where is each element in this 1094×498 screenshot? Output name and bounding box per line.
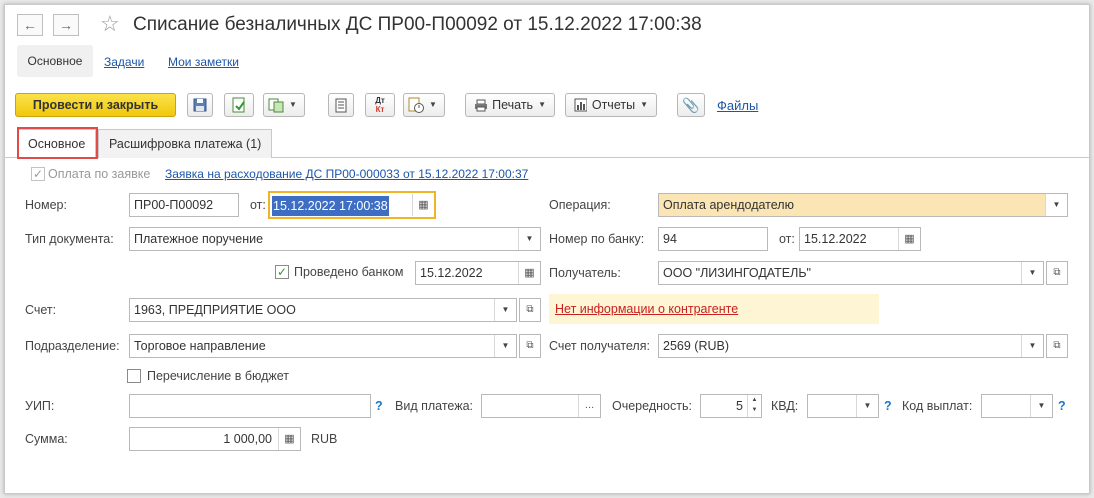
- chevron-down-icon[interactable]: ▼: [1030, 395, 1052, 417]
- attach-document-button[interactable]: ▼: [403, 93, 445, 117]
- journal-list-icon: [335, 98, 347, 112]
- kvd-help-icon[interactable]: ?: [884, 399, 892, 413]
- print-button[interactable]: Печать ▼: [465, 93, 555, 117]
- payment-by-request-checkbox[interactable]: ✓: [31, 167, 45, 181]
- subnav-tasks[interactable]: Задачи: [104, 55, 144, 69]
- kvd-label: КВД:: [771, 399, 799, 413]
- calendar-icon[interactable]: ▦: [518, 262, 540, 284]
- chevron-down-icon[interactable]: ▼: [518, 228, 540, 250]
- bank-posted-date-field[interactable]: 15.12.2022 ▦: [415, 261, 541, 285]
- page-title: Списание безналичных ДС ПР00-П00092 от 1…: [133, 14, 702, 35]
- bank-number-label: Номер по банку:: [549, 232, 645, 246]
- attach-files-button[interactable]: 📎: [677, 93, 705, 117]
- uip-label: УИП:: [25, 399, 55, 413]
- reports-icon: [574, 98, 587, 112]
- doc-type-select[interactable]: Платежное поручение ▼: [129, 227, 541, 251]
- bank-number-field[interactable]: 94: [658, 227, 768, 251]
- dt-kt-icon: Дт: [375, 96, 385, 105]
- chevron-down-icon[interactable]: ▼: [1021, 335, 1043, 357]
- payment-code-label: Код выплат:: [902, 399, 973, 413]
- recipient-select[interactable]: ООО "ЛИЗИНГОДАТЕЛЬ" ▼: [658, 261, 1044, 285]
- chevron-down-icon[interactable]: ▼: [494, 299, 516, 321]
- document-window: ← → ☆ Списание безналичных ДС ПР00-П0009…: [4, 4, 1091, 494]
- counterparty-info-panel: Нет информации о контрагенте: [549, 294, 879, 324]
- post-document-icon: [232, 97, 245, 113]
- bank-date-from-label: от:: [779, 232, 795, 246]
- kvd-select[interactable]: ▼: [807, 394, 879, 418]
- document-clock-icon: [408, 97, 424, 113]
- number-field[interactable]: ПР00-П00092: [129, 193, 239, 217]
- favorite-star-icon[interactable]: ☆: [100, 11, 120, 37]
- bank-date-field[interactable]: 15.12.2022 ▦: [799, 227, 921, 251]
- budget-transfer-checkbox[interactable]: [127, 369, 141, 383]
- calendar-icon[interactable]: ▦: [898, 228, 920, 250]
- create-based-on-icon: [268, 98, 284, 113]
- no-counterparty-info-link[interactable]: Нет информации о контрагенте: [555, 302, 738, 316]
- payment-type-field[interactable]: …: [481, 394, 601, 418]
- payment-by-request-label: Оплата по заявке: [48, 167, 151, 181]
- date-from-label: от:: [250, 198, 266, 212]
- recipient-account-select[interactable]: 2569 (RUB) ▼: [658, 334, 1044, 358]
- create-based-on-button[interactable]: ▼: [263, 93, 305, 117]
- paperclip-icon: 📎: [682, 97, 700, 113]
- recipient-label: Получатель:: [549, 266, 621, 280]
- account-select[interactable]: 1963, ПРЕДПРИЯТИЕ ООО ▼: [129, 298, 517, 322]
- order-label: Очередность:: [612, 399, 692, 413]
- open-department-icon[interactable]: ⧉: [519, 334, 541, 358]
- save-icon: [193, 98, 207, 112]
- department-label: Подразделение:: [25, 339, 120, 353]
- ellipsis-icon[interactable]: …: [578, 395, 600, 417]
- files-link[interactable]: Файлы: [717, 98, 758, 113]
- dt-kt-button[interactable]: Дт Кт: [365, 93, 395, 117]
- tab-payment-details[interactable]: Расшифровка платежа (1): [98, 129, 273, 158]
- back-button[interactable]: ←: [17, 14, 43, 36]
- operation-select[interactable]: Оплата арендодателю ▼: [658, 193, 1068, 217]
- calendar-icon[interactable]: ▦: [412, 194, 434, 216]
- subnav-notes[interactable]: Мои заметки: [168, 55, 239, 69]
- order-field[interactable]: 5 ▲ ▼: [700, 394, 762, 418]
- currency-label: RUB: [311, 432, 338, 446]
- highlight-frame: [17, 127, 98, 159]
- open-recipient-icon[interactable]: ⧉: [1046, 261, 1068, 285]
- post-and-close-button[interactable]: Провести и закрыть: [15, 93, 176, 117]
- forward-button[interactable]: →: [53, 14, 79, 36]
- bank-posted-checkbox[interactable]: ✓: [275, 265, 289, 279]
- recipient-account-label: Счет получателя:: [549, 339, 650, 353]
- budget-transfer-label: Перечисление в бюджет: [147, 369, 290, 383]
- chevron-down-icon[interactable]: ▼: [494, 335, 516, 357]
- journal-button[interactable]: [328, 93, 354, 117]
- doc-type-label: Тип документа:: [25, 232, 114, 246]
- amount-field[interactable]: 1 000,00 ▦: [129, 427, 301, 451]
- bank-posted-label: Проведено банком: [294, 265, 404, 279]
- account-label: Счет:: [25, 303, 57, 317]
- chevron-down-icon[interactable]: ▼: [1021, 262, 1043, 284]
- kt-label: Кт: [375, 105, 385, 114]
- amount-label: Сумма:: [25, 432, 68, 446]
- chevron-down-icon[interactable]: ▼: [856, 395, 878, 417]
- payment-code-help-icon[interactable]: ?: [1058, 399, 1066, 413]
- number-label: Номер:: [25, 198, 67, 212]
- operation-label: Операция:: [549, 198, 611, 212]
- printer-icon: [475, 99, 487, 111]
- chevron-down-icon[interactable]: ▼: [1045, 194, 1067, 216]
- calculator-icon[interactable]: ▦: [278, 428, 300, 450]
- department-select[interactable]: Торговое направление ▼: [129, 334, 517, 358]
- uip-help-icon[interactable]: ?: [375, 399, 383, 413]
- subnav-main[interactable]: Основное: [17, 45, 93, 77]
- date-field[interactable]: 15.12.2022 17:00:38 ▦: [268, 191, 436, 219]
- payment-type-label: Вид платежа:: [395, 399, 474, 413]
- spinner-icon[interactable]: ▲ ▼: [747, 395, 761, 417]
- save-button[interactable]: [187, 93, 213, 117]
- request-link[interactable]: Заявка на расходование ДС ПР00-000033 от…: [165, 167, 528, 181]
- payment-code-select[interactable]: ▼: [981, 394, 1053, 418]
- reports-button[interactable]: Отчеты ▼: [565, 93, 657, 117]
- open-account-icon[interactable]: ⧉: [519, 298, 541, 322]
- uip-field[interactable]: [129, 394, 371, 418]
- open-recipient-account-icon[interactable]: ⧉: [1046, 334, 1068, 358]
- post-button[interactable]: [224, 93, 254, 117]
